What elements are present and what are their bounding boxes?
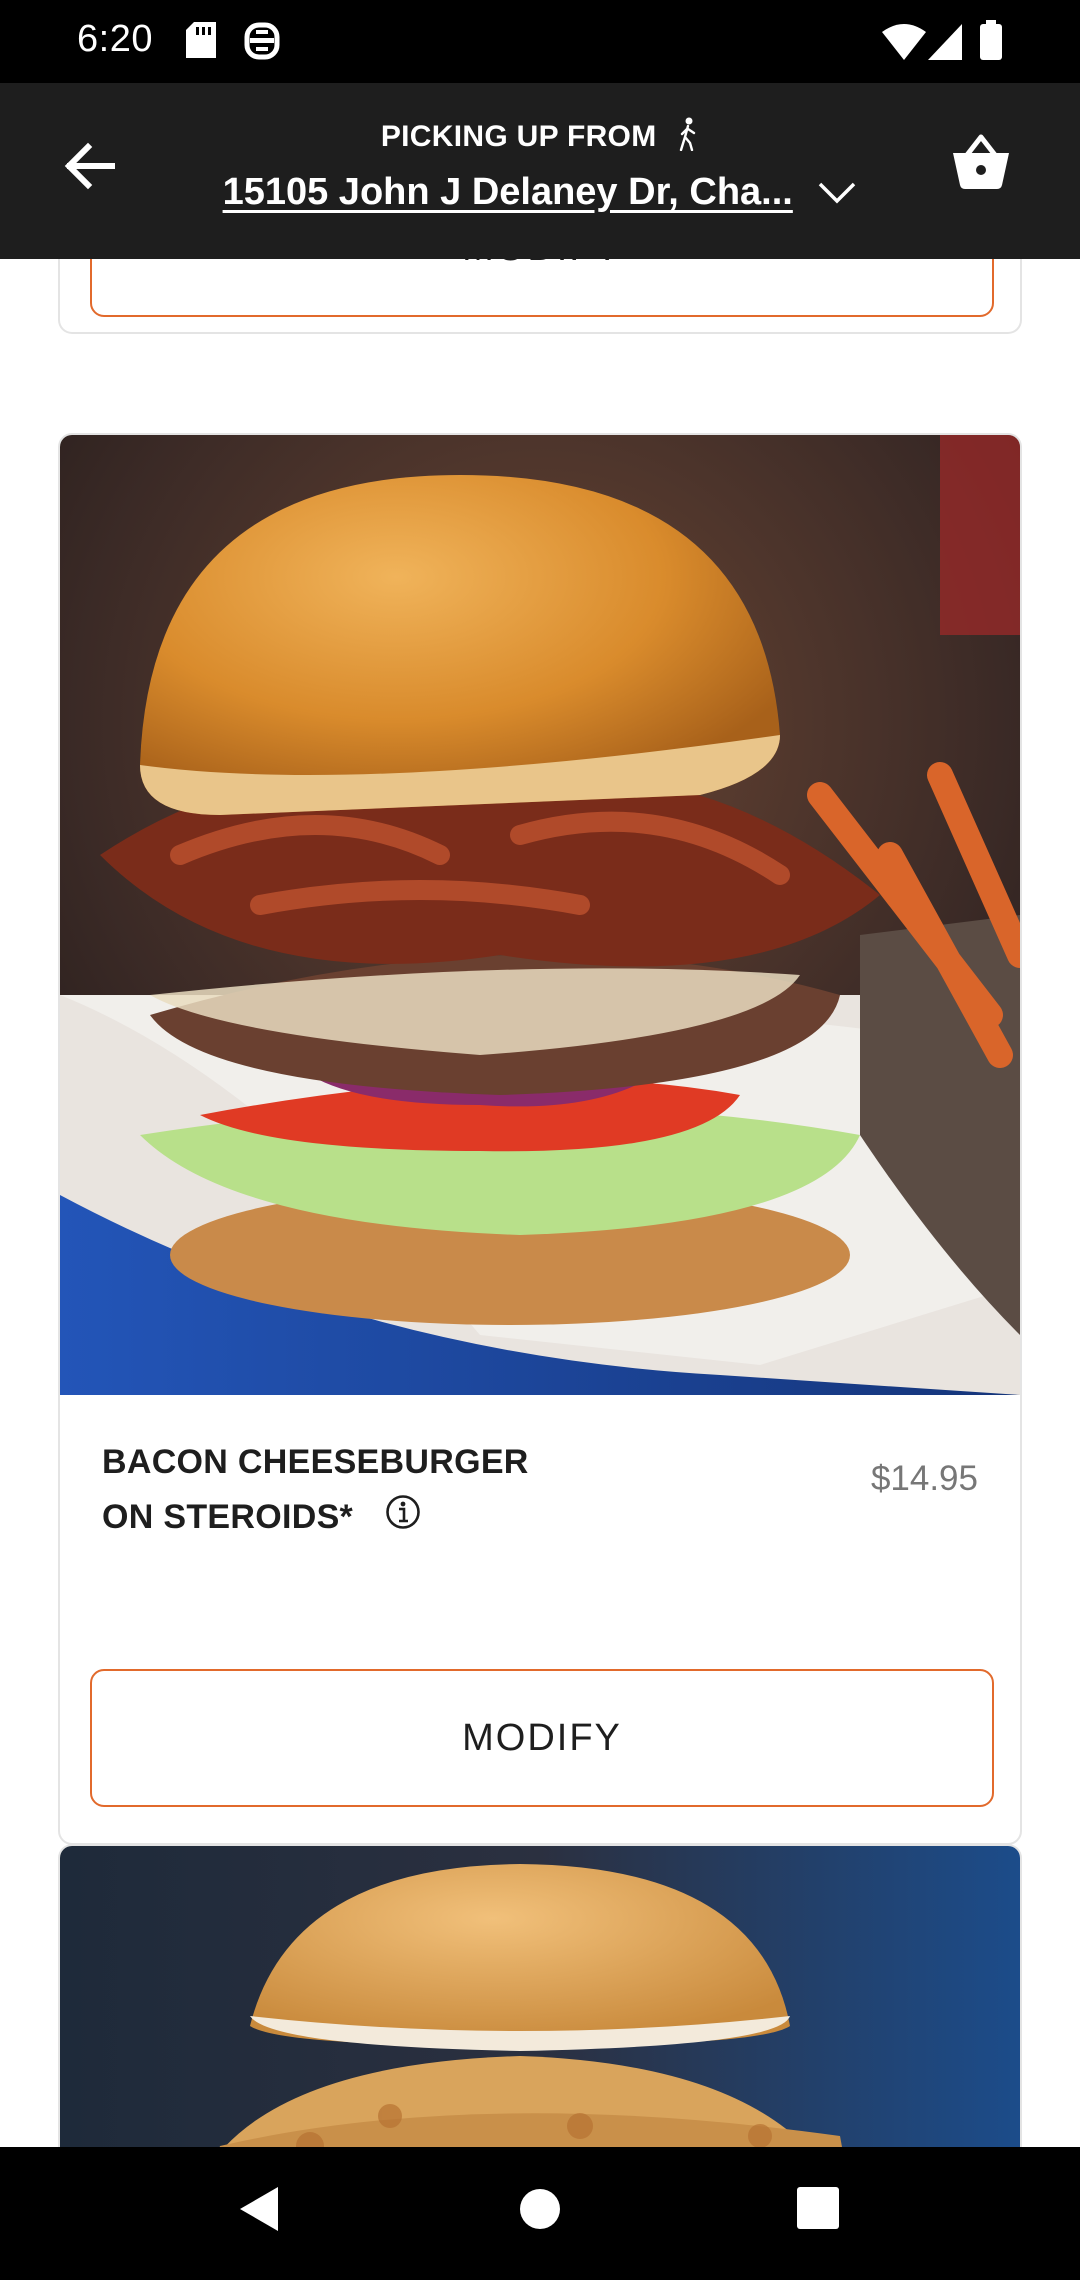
- menu-list[interactable]: MODIFY: [0, 259, 1080, 2147]
- pickup-label-text: PICKING UP FROM: [380, 119, 657, 153]
- pickup-label: PICKING UP FROM: [0, 117, 1080, 159]
- app-header: PICKING UP FROM 15105 John J Delaney Dr,…: [0, 83, 1080, 259]
- menu-item-card[interactable]: [58, 1844, 1022, 2147]
- item-price: $14.95: [870, 1459, 978, 1498]
- modify-button[interactable]: MODIFY: [90, 1669, 994, 1807]
- wifi-icon: [882, 24, 926, 65]
- nav-home-button[interactable]: [518, 2183, 562, 2240]
- chevron-down-icon[interactable]: [817, 172, 857, 215]
- item-image[interactable]: [60, 435, 1020, 1395]
- status-bar: 6:20: [0, 0, 1080, 83]
- nav-recents-icon: [797, 2187, 839, 2229]
- item-name: BACON CHEESEBURGER ON STEROIDS*: [102, 1435, 529, 1547]
- item-name-line-2-text: ON STEROIDS*: [102, 1498, 354, 1536]
- status-time: 6:20: [77, 18, 153, 60]
- battery-icon: [980, 20, 1002, 65]
- item-name-line-2: ON STEROIDS*: [102, 1490, 529, 1547]
- nav-recents-button[interactable]: [797, 2187, 839, 2234]
- pickup-address[interactable]: 15105 John J Delaney Dr, Cha...: [223, 171, 793, 213]
- basket-icon: [953, 134, 1009, 189]
- nav-home-icon: [520, 2189, 560, 2229]
- modify-button[interactable]: MODIFY: [90, 259, 994, 317]
- menu-item-card: MODIFY: [58, 259, 1022, 334]
- item-name-line-1: BACON CHEESEBURGER: [102, 1443, 529, 1481]
- menu-item-card[interactable]: BACON CHEESEBURGER ON STEROIDS* $14.95 M…: [58, 433, 1022, 1845]
- item-image[interactable]: [60, 1846, 1020, 2147]
- cart-button[interactable]: [950, 131, 1012, 193]
- signal-icon: [928, 24, 962, 65]
- walking-person-icon: [677, 117, 699, 159]
- system-nav-bar: [0, 2147, 1080, 2280]
- nav-back-icon: [240, 2187, 278, 2231]
- info-icon[interactable]: [385, 1492, 421, 1547]
- data-saver-icon: [244, 22, 280, 65]
- sd-card-icon: [186, 22, 216, 63]
- location-selector[interactable]: 15105 John J Delaney Dr, Cha...: [0, 171, 1080, 215]
- nav-back-button[interactable]: [236, 2183, 282, 2240]
